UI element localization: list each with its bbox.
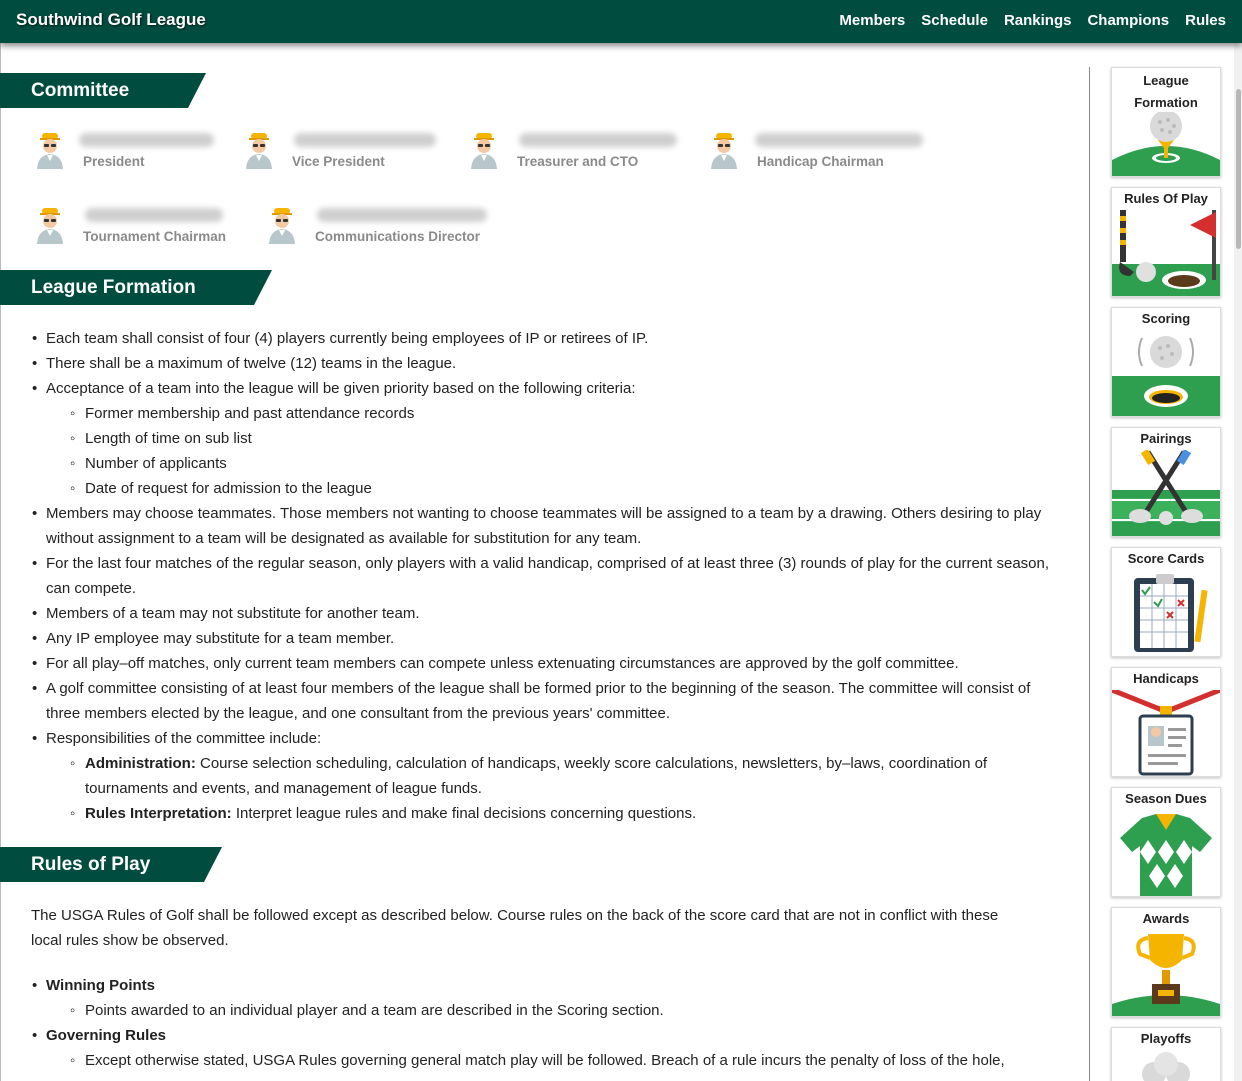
committee-member-handicap-chairman: Handicap Chairman — [707, 131, 923, 169]
trophy-icon — [1112, 934, 1220, 1016]
list-item: Each team shall consist of four (4) play… — [31, 326, 1061, 351]
content-divider — [1089, 67, 1090, 1081]
sub-list-item: Number of applicants — [46, 451, 1061, 476]
list-item: Any IP employee may substitute for a tea… — [31, 626, 1061, 651]
clipboard-scorecard-icon — [1134, 574, 1208, 652]
committee-member-treasurer: Treasurer and CTO — [467, 131, 677, 169]
rule-heading: Winning Points — [46, 977, 156, 994]
redacted-name — [294, 133, 436, 147]
redacted-name — [519, 133, 677, 147]
redacted-name — [79, 133, 214, 147]
rule-heading: Governing Rules — [46, 1027, 167, 1044]
page-scrollbar[interactable] — [1234, 43, 1242, 1081]
golfer-avatar-icon — [33, 131, 67, 169]
card-title: Score Cards — [1127, 551, 1205, 566]
list-item: For all play–off matches, only current t… — [31, 651, 1061, 676]
redacted-name — [85, 208, 223, 222]
sidebar-card-score-cards[interactable]: Score Cards — [1111, 547, 1221, 657]
redacted-name — [755, 133, 923, 147]
card-title: Awards — [1142, 911, 1190, 926]
member-role: Tournament Chairman — [83, 229, 227, 244]
list-item: There shall be a maximum of twelve (12) … — [31, 351, 1061, 376]
sub-list-item: Rules Interpretation: Interpret league r… — [46, 801, 1061, 826]
term-description: Interpret league rules and make final de… — [231, 805, 697, 822]
member-role: Communications Director — [315, 229, 481, 244]
member-role: Treasurer and CTO — [517, 154, 639, 169]
section-heading-committee: Committee — [0, 73, 206, 108]
flag-and-club-icon — [1112, 210, 1220, 296]
list-item: Members of a team may not substitute for… — [31, 601, 1061, 626]
sidebar-card-scoring[interactable]: Scoring — [1111, 307, 1221, 417]
card-title: Playoffs — [1140, 1031, 1192, 1046]
list-item: Acceptance of a team into the league wil… — [31, 376, 1061, 501]
golfer-avatar-icon — [265, 206, 299, 244]
list-item: Responsibilities of the committee includ… — [31, 726, 1061, 826]
sidebar-card-playoffs[interactable]: Playoffs — [1111, 1027, 1221, 1081]
list-item: Governing Rules Except otherwise stated,… — [31, 1023, 1061, 1073]
main-content: Committee President Vice President Treas… — [0, 43, 1088, 1081]
league-formation-list: Each team shall consist of four (4) play… — [31, 326, 1061, 826]
committee-member-vice-president: Vice President — [242, 131, 436, 169]
nav-rules[interactable]: Rules — [1185, 12, 1226, 29]
card-title: Rules Of Play — [1124, 191, 1208, 206]
rules-intro: The USGA Rules of Golf shall be followed… — [31, 907, 999, 949]
card-title: League Formation — [1134, 73, 1198, 110]
term-description: Course selection scheduling, calculation… — [85, 755, 988, 797]
card-title: Pairings — [1140, 431, 1192, 446]
argyle-shirt-icon — [1120, 814, 1212, 896]
site-brand[interactable]: Southwind Golf League — [16, 10, 206, 30]
committee-member-president: President — [33, 131, 214, 169]
section-heading-league-formation: League Formation — [0, 270, 272, 305]
rules-list: Winning Points Points awarded to an indi… — [31, 973, 1061, 1073]
list-item-text: Acceptance of a team into the league wil… — [46, 380, 636, 397]
card-title: Handicaps — [1133, 671, 1199, 686]
sidebar-card-pairings[interactable]: Pairings — [1111, 427, 1221, 537]
list-item: Members may choose teammates. Those memb… — [31, 501, 1061, 551]
crossed-clubs-icon — [1112, 450, 1220, 536]
golf-ball-on-tee-icon — [1112, 112, 1220, 176]
redacted-name — [317, 208, 487, 222]
term: Administration: — [85, 755, 196, 772]
nav-members[interactable]: Members — [839, 12, 905, 29]
sub-list-item: Points awarded to an individual player a… — [46, 998, 1061, 1023]
top-nav-bar: Southwind Golf League Members Schedule R… — [0, 0, 1242, 43]
list-item: Winning Points Points awarded to an indi… — [31, 973, 1061, 1023]
golf-balls-icon — [1142, 1052, 1190, 1081]
sidebar-card-league-formation[interactable]: League Formation — [1111, 67, 1221, 177]
committee-member-communications-director: Communications Director — [265, 206, 487, 244]
sidebar-card-rules-of-play[interactable]: Rules Of Play — [1111, 187, 1221, 297]
sidebar-card-season-dues[interactable]: Season Dues — [1111, 787, 1221, 897]
member-role: Vice President — [292, 154, 385, 169]
term: Rules Interpretation: — [85, 805, 232, 822]
list-item-text: Responsibilities of the committee includ… — [46, 730, 322, 747]
card-title: Scoring — [1141, 311, 1191, 326]
golfer-avatar-icon — [707, 131, 741, 169]
sidebar-card-awards[interactable]: Awards — [1111, 907, 1221, 1017]
main-nav: Members Schedule Rankings Champions Rule… — [839, 12, 1226, 29]
list-item: For the last four matches of the regular… — [31, 551, 1061, 601]
sub-list-item: Former membership and past attendance re… — [46, 401, 1061, 426]
section-heading-rules-of-play: Rules of Play — [0, 847, 222, 882]
ball-into-hole-icon — [1112, 336, 1220, 416]
nav-rankings[interactable]: Rankings — [1004, 12, 1072, 29]
nav-champions[interactable]: Champions — [1087, 12, 1169, 29]
scrollbar-thumb[interactable] — [1236, 89, 1241, 249]
golfer-avatar-icon — [33, 206, 67, 244]
sub-list-item: Except otherwise stated, USGA Rules gove… — [46, 1048, 1061, 1073]
nav-schedule[interactable]: Schedule — [921, 12, 988, 29]
sidebar-card-handicaps[interactable]: Handicaps — [1111, 667, 1221, 777]
committee-member-tournament-chairman: Tournament Chairman — [33, 206, 226, 244]
golfer-avatar-icon — [467, 131, 501, 169]
sub-list-item: Date of request for admission to the lea… — [46, 476, 1061, 501]
card-title: Season Dues — [1125, 791, 1207, 806]
sub-list-item: Length of time on sub list — [46, 426, 1061, 451]
member-role: President — [83, 154, 145, 169]
member-role: Handicap Chairman — [757, 154, 884, 169]
id-badge-icon — [1112, 690, 1220, 776]
golfer-avatar-icon — [242, 131, 276, 169]
list-item: A golf committee consisting of at least … — [31, 676, 1061, 726]
sub-list-item: Administration: Course selection schedul… — [46, 751, 1061, 801]
